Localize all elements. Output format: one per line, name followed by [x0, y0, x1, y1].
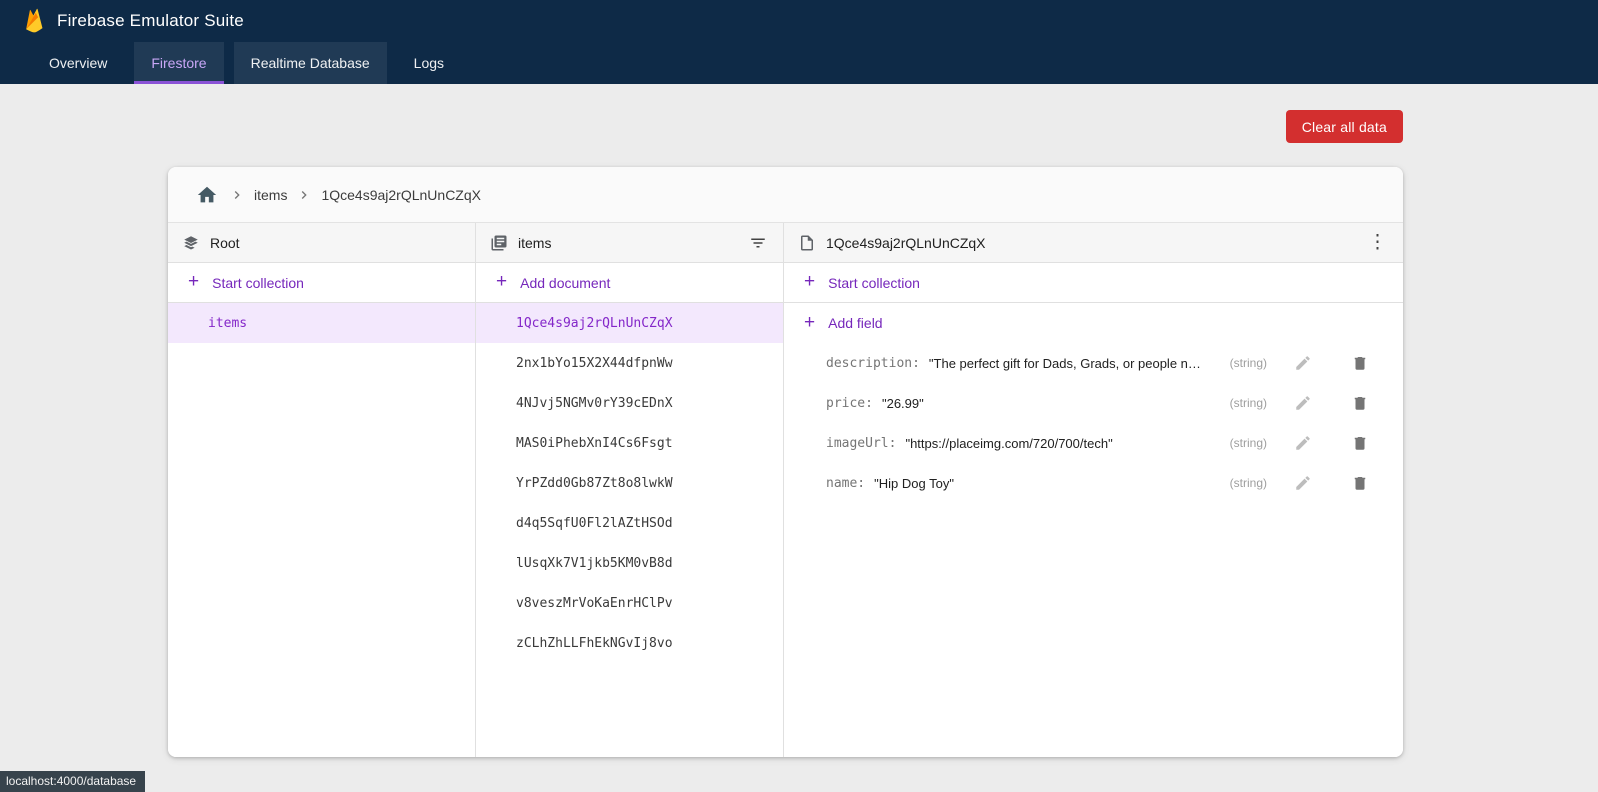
trash-icon — [1351, 474, 1369, 492]
field-type: (string) — [1215, 476, 1267, 490]
field-value: "https://placeimg.com/720/700/tech" — [905, 436, 1206, 451]
document-row[interactable]: 4NJvj5NGMv0rY39cEDnX — [476, 383, 783, 423]
page-toolbar: Clear all data — [168, 110, 1403, 143]
plus-icon: + — [188, 272, 199, 291]
collection-icon — [490, 234, 508, 252]
delete-field-button[interactable] — [1349, 392, 1371, 414]
add-field-label: Add field — [828, 315, 882, 331]
document-row[interactable]: 2nx1bYo15X2X44dfpnWw — [476, 343, 783, 383]
pencil-icon — [1294, 434, 1312, 452]
tab-overview[interactable]: Overview — [32, 42, 124, 84]
root-panel-header: Root — [168, 223, 475, 263]
add-field-button[interactable]: + Add field — [784, 303, 1403, 343]
start-collection-label: Start collection — [212, 275, 304, 291]
chevron-right-icon — [296, 187, 312, 203]
field-value: "Hip Dog Toy" — [874, 476, 1206, 491]
delete-field-button[interactable] — [1349, 432, 1371, 454]
field-value: "The perfect gift for Dads, Grads, or pe… — [929, 356, 1206, 371]
collection-list-item[interactable]: items — [168, 303, 475, 343]
home-button[interactable] — [194, 182, 220, 208]
collection-panel-header: items — [476, 223, 783, 263]
breadcrumb: items 1Qce4s9aj2rQLnUnCZqX — [168, 167, 1403, 223]
filter-list-icon — [749, 234, 767, 252]
tab-realtime-database[interactable]: Realtime Database — [234, 42, 387, 84]
pencil-icon — [1294, 474, 1312, 492]
start-collection-label: Start collection — [828, 275, 920, 291]
add-document-button[interactable]: + Add document — [476, 263, 783, 303]
document-row[interactable]: d4q5SqfU0Fl2lAZtHSOd — [476, 503, 783, 543]
trash-icon — [1351, 354, 1369, 372]
field-key: name: — [826, 476, 865, 491]
edit-field-button[interactable] — [1292, 352, 1314, 374]
pencil-icon — [1294, 394, 1312, 412]
add-document-label: Add document — [520, 275, 610, 291]
document-row[interactable]: 1Qce4s9aj2rQLnUnCZqX — [476, 303, 783, 343]
trash-icon — [1351, 394, 1369, 412]
document-menu-button[interactable]: ⋮ — [1366, 231, 1389, 254]
status-bar: localhost:4000/database — [0, 771, 145, 792]
trash-icon — [1351, 434, 1369, 452]
firestore-columns: Root + Start collection items items — [168, 223, 1403, 757]
edit-field-button[interactable] — [1292, 472, 1314, 494]
document-row[interactable]: zCLhZhLLFhEkNGvIj8vo — [476, 623, 783, 663]
nav-tabs: Overview Firestore Realtime Database Log… — [0, 42, 1598, 84]
tab-firestore[interactable]: Firestore — [134, 42, 223, 84]
edit-field-button[interactable] — [1292, 392, 1314, 414]
field-key: price: — [826, 396, 873, 411]
chevron-right-icon — [229, 187, 245, 203]
document-row[interactable]: MAS0iPhebXnI4Cs6Fsgt — [476, 423, 783, 463]
document-row[interactable]: lUsqXk7V1jkb5KM0vB8d — [476, 543, 783, 583]
firebase-logo-icon — [24, 8, 44, 34]
field-type: (string) — [1215, 356, 1267, 370]
document-row[interactable]: v8veszMrVoKaEnrHClPv — [476, 583, 783, 623]
home-icon — [196, 184, 218, 206]
plus-icon: + — [804, 272, 815, 291]
root-panel-title: Root — [210, 235, 240, 251]
field-key: imageUrl: — [826, 436, 896, 451]
app-header: Firebase Emulator Suite Overview Firesto… — [0, 0, 1598, 84]
edit-field-button[interactable] — [1292, 432, 1314, 454]
root-panel: Root + Start collection items — [168, 223, 476, 757]
app-title: Firebase Emulator Suite — [57, 11, 244, 31]
start-collection-button[interactable]: + Start collection — [168, 263, 475, 303]
firestore-icon — [182, 234, 200, 252]
field-row: imageUrl: "https://placeimg.com/720/700/… — [784, 423, 1403, 463]
breadcrumb-segment-collection[interactable]: items — [254, 187, 287, 203]
delete-field-button[interactable] — [1349, 352, 1371, 374]
field-type: (string) — [1215, 436, 1267, 450]
delete-field-button[interactable] — [1349, 472, 1371, 494]
field-row: description: "The perfect gift for Dads,… — [784, 343, 1403, 383]
filter-documents-button[interactable] — [747, 232, 769, 254]
start-collection-button[interactable]: + Start collection — [784, 263, 1403, 303]
breadcrumb-segment-document: 1Qce4s9aj2rQLnUnCZqX — [321, 187, 481, 203]
collection-panel-title: items — [518, 235, 551, 251]
pencil-icon — [1294, 354, 1312, 372]
kebab-menu-icon: ⋮ — [1368, 233, 1387, 252]
tab-logs[interactable]: Logs — [397, 42, 461, 84]
collection-panel: items + Add document 1Qce4s9aj2rQLnUnCZq… — [476, 223, 784, 757]
plus-icon: + — [804, 313, 815, 332]
clear-all-data-button[interactable]: Clear all data — [1286, 110, 1403, 143]
field-value: "26.99" — [882, 396, 1206, 411]
plus-icon: + — [496, 272, 507, 291]
document-row[interactable]: YrPZdd0Gb87Zt8o8lwkW — [476, 463, 783, 503]
app-title-bar: Firebase Emulator Suite — [0, 0, 1598, 42]
field-key: description: — [826, 356, 920, 371]
document-panel-header: 1Qce4s9aj2rQLnUnCZqX ⋮ — [784, 223, 1403, 263]
field-row: price: "26.99" (string) — [784, 383, 1403, 423]
firestore-panel: items 1Qce4s9aj2rQLnUnCZqX Root + Start … — [168, 167, 1403, 757]
document-panel: 1Qce4s9aj2rQLnUnCZqX ⋮ + Start collectio… — [784, 223, 1403, 757]
field-type: (string) — [1215, 396, 1267, 410]
document-panel-title: 1Qce4s9aj2rQLnUnCZqX — [826, 235, 986, 251]
document-icon — [798, 234, 816, 252]
field-row: name: "Hip Dog Toy" (string) — [784, 463, 1403, 503]
